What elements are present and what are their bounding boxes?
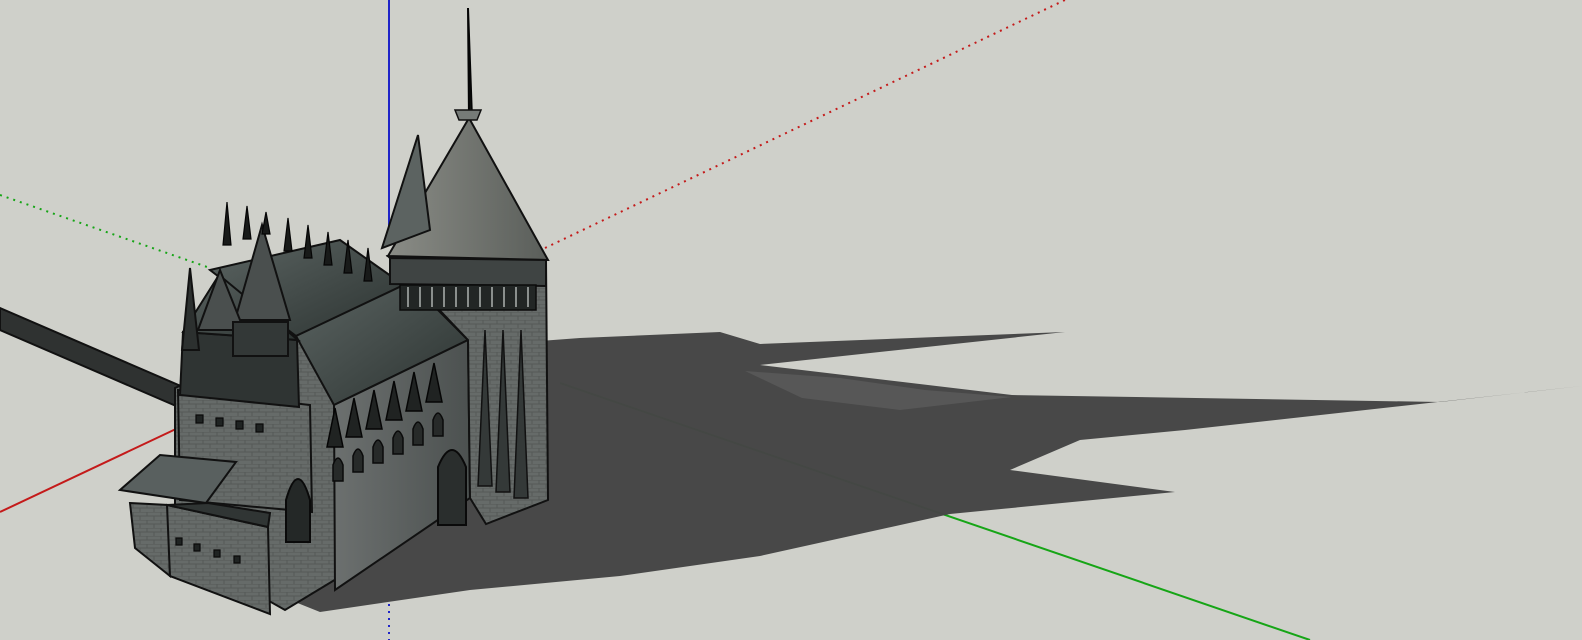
scene-canvas[interactable] (0, 0, 1582, 640)
main-arched-doorway (437, 449, 467, 526)
tower-buttresses (477, 329, 529, 499)
left-arched-doorway (285, 478, 311, 543)
spire-cap (453, 109, 483, 121)
modeling-viewport[interactable] (0, 0, 1582, 640)
turret-belfry (232, 321, 289, 357)
tower-cornice (389, 256, 547, 288)
